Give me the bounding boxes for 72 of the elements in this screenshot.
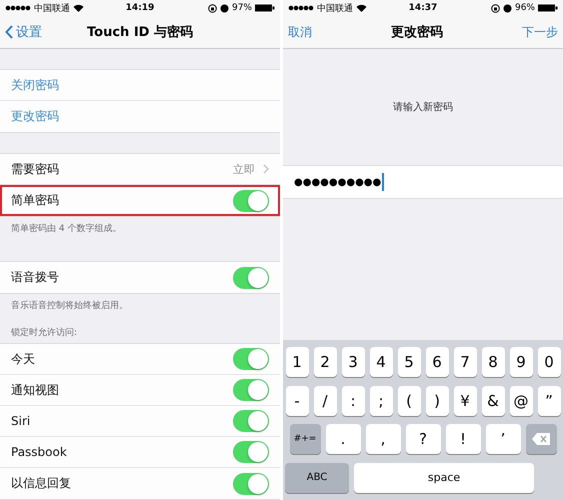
- nav-title: 更改密码: [390, 24, 444, 41]
- keyboard-key[interactable]: 7: [454, 347, 476, 378]
- keyboard-key[interactable]: /: [314, 386, 336, 416]
- row-label: Siri: [11, 414, 32, 428]
- backspace-icon: [532, 433, 550, 446]
- keyboard-key[interactable]: @: [510, 386, 532, 416]
- keyboard-key[interactable]: 2: [314, 347, 336, 378]
- keyboard-key[interactable]: :: [342, 386, 364, 416]
- toggle-switch[interactable]: [233, 190, 269, 212]
- next-button[interactable]: 下一步: [522, 24, 558, 40]
- row-label: 今天: [11, 350, 36, 368]
- nav-title: Touch ID 与密码: [86, 24, 194, 41]
- keyboard-key[interactable]: ABC: [285, 462, 349, 493]
- row-label: 简单密码: [11, 192, 60, 209]
- wifi-icon: [356, 4, 367, 12]
- toggle-switch[interactable]: [233, 266, 269, 288]
- toggle-switch[interactable]: [233, 379, 269, 401]
- toggle-switch[interactable]: [233, 441, 269, 463]
- toggle-switch[interactable]: [233, 472, 269, 494]
- signal-icon: [5, 5, 31, 11]
- section-footer: 音乐语音控制将始终被启用。: [0, 294, 280, 318]
- battery-percent: 96%: [514, 3, 535, 13]
- keyboard-key[interactable]: ): [426, 386, 448, 416]
- prompt-text: 请输入新密码: [393, 100, 453, 114]
- section-footer: 简单密码由 4 个数字组成。: [0, 217, 280, 241]
- keyboard-key[interactable]: ?: [406, 424, 440, 454]
- keyboard-key[interactable]: 4: [370, 347, 392, 378]
- settings-link[interactable]: 关闭密码: [11, 76, 59, 94]
- space-key[interactable]: space: [354, 462, 534, 493]
- status-time: 14:19: [126, 3, 154, 13]
- keyboard-key[interactable]: 6: [426, 347, 448, 378]
- keyboard-key[interactable]: ¥: [454, 386, 476, 416]
- battery-icon: [538, 4, 558, 12]
- toggle-switch[interactable]: [233, 410, 269, 432]
- battery-percent: 97%: [232, 3, 252, 13]
- toggle-switch[interactable]: [233, 348, 269, 370]
- chevron-right-icon: [263, 164, 269, 174]
- carrier-name: 中国联通: [317, 2, 353, 14]
- keyboard-key[interactable]: -: [286, 386, 308, 416]
- signal-icon: [288, 5, 314, 11]
- delete-key[interactable]: [526, 424, 556, 454]
- keyboard-key[interactable]: ,: [366, 424, 400, 454]
- battery-icon: [255, 4, 275, 12]
- row-label: Passbook: [11, 445, 68, 459]
- back-button[interactable]: 设置: [5, 23, 65, 41]
- keyboard-key[interactable]: 3: [342, 347, 364, 378]
- section-header: 锁定时允许访问:: [10, 326, 78, 340]
- row-label: 语音拨号: [11, 269, 60, 286]
- keyboard-key[interactable]: 0: [538, 347, 560, 378]
- row-label: 通知视图: [11, 382, 60, 398]
- keyboard-key[interactable]: ;: [370, 386, 392, 416]
- carrier-name: 中国联通: [34, 2, 70, 14]
- keyboard-key[interactable]: 9: [510, 347, 532, 378]
- keyboard-key[interactable]: (: [398, 386, 420, 416]
- row-label: 以信息回复: [11, 475, 72, 492]
- keyboard-key[interactable]: 8: [482, 347, 504, 378]
- keyboard-key[interactable]: &: [482, 386, 504, 416]
- settings-link[interactable]: 更改密码: [11, 108, 59, 125]
- keyboard-key[interactable]: .: [326, 424, 360, 454]
- row-value: 立即: [233, 162, 255, 176]
- wifi-icon: [73, 4, 84, 12]
- keyboard-key[interactable]: !: [446, 424, 480, 454]
- keyboard-key[interactable]: ’: [486, 424, 520, 454]
- status-time: 14:37: [408, 3, 438, 13]
- keyboard-key[interactable]: 5: [398, 347, 420, 378]
- cancel-button[interactable]: 取消: [288, 24, 312, 40]
- keyboard-key[interactable]: #+=: [290, 424, 320, 454]
- passcode-field[interactable]: ●●●●●●●●●●: [283, 165, 563, 199]
- chevron-left-icon: [5, 25, 13, 39]
- keyboard-key[interactable]: ”: [538, 386, 560, 416]
- keyboard-key[interactable]: 1: [286, 347, 308, 378]
- row-label: 需要密码: [11, 160, 60, 178]
